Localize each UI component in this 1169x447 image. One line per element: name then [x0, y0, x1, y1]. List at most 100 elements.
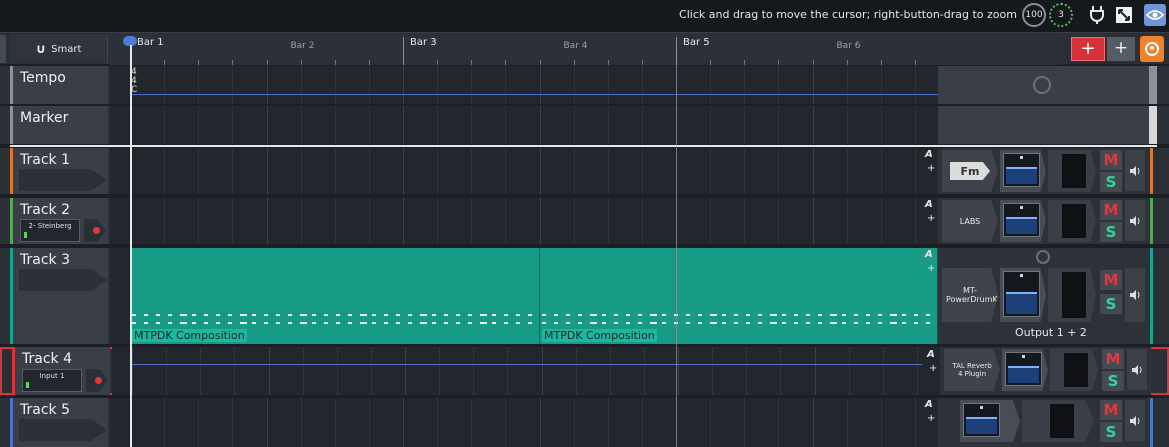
instrument-plugin[interactable]: MT-PowerDrumKit	[942, 268, 998, 322]
midi-note	[132, 322, 136, 324]
midi-note	[890, 322, 897, 324]
volume-plugin[interactable]	[960, 400, 1020, 442]
tempo-curve[interactable]	[130, 94, 938, 95]
automation-button[interactable]: A	[925, 399, 933, 410]
add-automation-button[interactable]: +	[929, 363, 937, 374]
track-input-selector[interactable]: 2- Steinberg	[20, 219, 80, 242]
grid-line	[132, 347, 133, 395]
solo-button[interactable]: S	[1102, 371, 1124, 391]
instrument-plugin[interactable]: Fm	[942, 150, 998, 192]
effect-plugin[interactable]: TAL Reverb 4 Plugin	[944, 349, 1000, 391]
performance-meter[interactable]: 3	[1049, 3, 1073, 27]
tempo-header[interactable]: Tempo	[10, 66, 108, 104]
marker-lane: Marker	[0, 106, 1169, 144]
track-timeline[interactable]	[110, 198, 938, 244]
grid-line	[198, 198, 200, 244]
automation-button[interactable]: A	[925, 149, 933, 160]
speaker-icon[interactable]	[1127, 349, 1147, 390]
track-timeline[interactable]	[110, 398, 938, 447]
ruler-bar-label: Bar 3	[410, 37, 437, 48]
volume-plugin[interactable]	[1000, 150, 1046, 192]
ruler-beat-tick	[300, 60, 302, 65]
midi-note	[806, 322, 810, 324]
grid-line	[232, 198, 234, 244]
add-automation-button[interactable]: +	[927, 413, 935, 424]
track-header[interactable]: Track 3	[10, 248, 108, 344]
output-label[interactable]: Output 1 + 2	[1015, 326, 1087, 339]
grid-line	[607, 106, 609, 144]
volume-plugin[interactable]	[1002, 349, 1048, 391]
track-header[interactable]: Track 2 2- Steinberg	[10, 198, 108, 244]
automation-button[interactable]: A	[925, 249, 933, 260]
speaker-icon[interactable]	[1125, 150, 1145, 191]
grid-line	[505, 106, 507, 144]
grid-line	[710, 198, 712, 244]
grid-line	[880, 198, 882, 244]
midi-note	[926, 322, 930, 324]
add-button[interactable]: +	[1107, 37, 1135, 61]
ruler-beat-tick	[232, 60, 234, 65]
mute-button[interactable]: M	[1100, 400, 1122, 420]
knob-icon[interactable]	[1036, 250, 1050, 264]
track-timeline[interactable]	[110, 148, 938, 194]
speaker-icon[interactable]	[1125, 268, 1145, 322]
playhead-cursor[interactable]	[130, 45, 132, 447]
midi-note	[324, 314, 328, 316]
midi-note	[396, 322, 400, 324]
cpu-meter[interactable]: 100	[1022, 3, 1046, 27]
speaker-icon[interactable]	[1125, 200, 1145, 241]
fullscreen-icon[interactable]	[1114, 5, 1134, 25]
midi-note	[818, 322, 822, 324]
user-icon[interactable]	[1140, 36, 1164, 62]
track-name: Track 5	[20, 402, 70, 418]
automation-curve[interactable]	[132, 364, 922, 365]
midi-note	[504, 322, 508, 324]
track-timeline[interactable]	[112, 347, 940, 395]
midi-clip[interactable]: MTPDK Composition	[540, 248, 938, 344]
volume-plugin[interactable]	[1000, 200, 1046, 242]
automation-button[interactable]: A	[925, 199, 933, 210]
add-track-button[interactable]: +	[1071, 37, 1105, 61]
track-header[interactable]: Track 4 Input 1	[12, 347, 110, 395]
track-input-slot[interactable]	[19, 169, 107, 191]
plug-icon[interactable]	[1087, 5, 1107, 25]
mute-button[interactable]: M	[1100, 270, 1122, 290]
timeline-ruler[interactable]: Bar 1 Bar 2 Bar 3 Bar 4 Bar 5 Bar 6	[110, 33, 1063, 65]
add-automation-button[interactable]: +	[927, 213, 935, 224]
solo-button[interactable]: S	[1100, 172, 1122, 192]
marker-timeline[interactable]	[110, 106, 938, 144]
track-input-slot[interactable]	[19, 269, 107, 291]
track-input-selector[interactable]: Input 1	[22, 369, 82, 392]
plugin-name: MT-PowerDrumKit	[946, 286, 1004, 304]
instrument-plugin[interactable]: LABS	[942, 200, 998, 242]
eye-icon[interactable]	[1144, 4, 1166, 26]
add-automation-button[interactable]: +	[927, 163, 935, 174]
solo-button[interactable]: S	[1100, 294, 1122, 314]
knob-icon[interactable]	[1033, 76, 1051, 94]
snap-mode-button[interactable]: ∪ Smart	[10, 35, 108, 63]
grid-line	[744, 398, 746, 447]
mute-button[interactable]: M	[1100, 200, 1122, 220]
midi-clip[interactable]: MTPDK Composition	[130, 248, 540, 344]
volume-plugin[interactable]	[1000, 268, 1046, 322]
track-header[interactable]: Track 5	[10, 398, 108, 447]
midi-note	[420, 314, 427, 316]
mute-button[interactable]: M	[1100, 150, 1122, 170]
solo-button[interactable]: S	[1100, 422, 1122, 442]
panel-toggle[interactable]	[0, 35, 6, 63]
automation-button[interactable]: A	[927, 349, 935, 360]
tempo-label: Tempo	[20, 70, 66, 86]
track-input-slot[interactable]	[19, 419, 107, 441]
ruler-bar-tick	[403, 37, 404, 65]
grid-line	[334, 106, 336, 144]
track-timeline[interactable]: MTPDK Composition MTPDK Composition	[110, 248, 938, 344]
track-header[interactable]: Track 1	[10, 148, 108, 194]
grid-line	[471, 198, 473, 244]
tempo-timeline[interactable]: 4 4 C	[110, 66, 938, 104]
speaker-icon[interactable]	[1125, 400, 1145, 441]
ruler-beat-tick	[437, 60, 439, 65]
add-automation-button[interactable]: +	[927, 263, 935, 274]
marker-header[interactable]: Marker	[10, 106, 108, 144]
solo-button[interactable]: S	[1100, 222, 1122, 242]
mute-button[interactable]: M	[1102, 349, 1124, 369]
